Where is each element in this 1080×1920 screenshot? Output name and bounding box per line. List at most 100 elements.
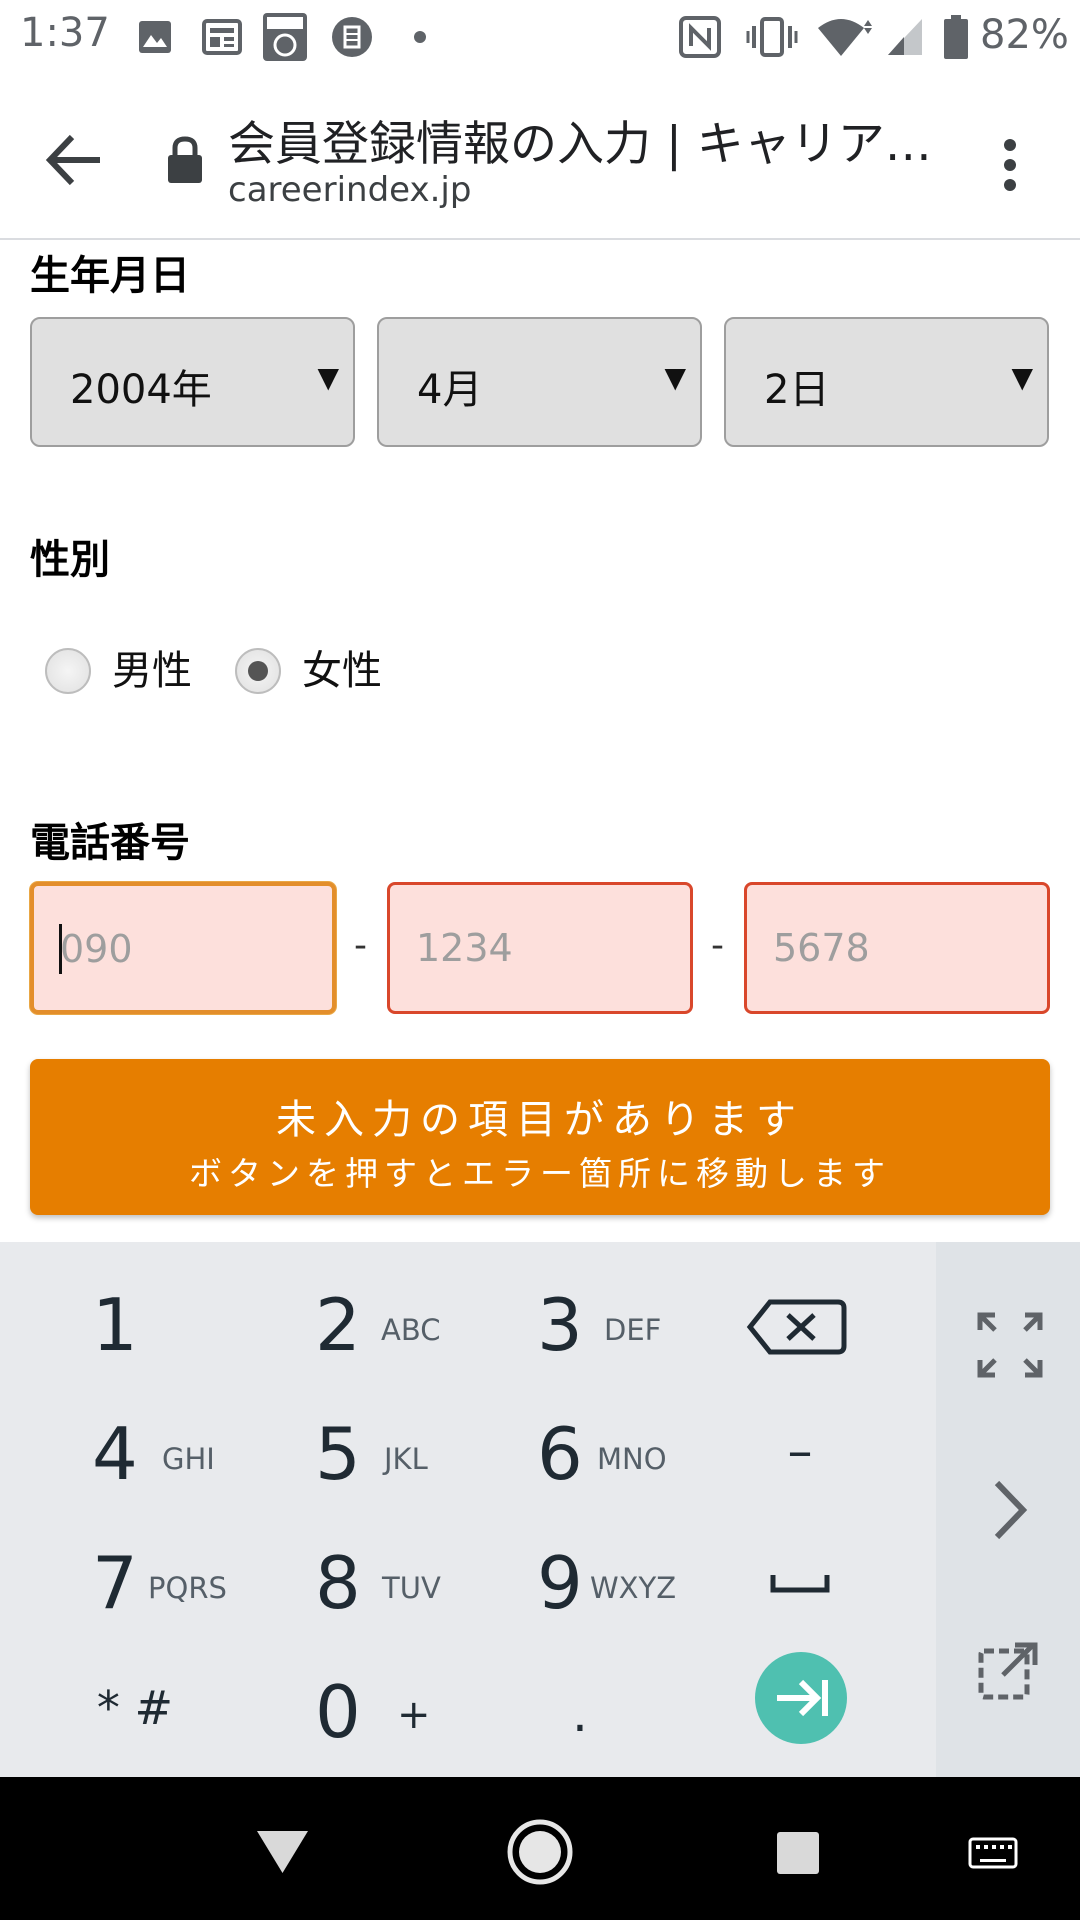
more-vert-icon bbox=[1004, 139, 1016, 191]
next-action-key[interactable] bbox=[755, 1652, 847, 1744]
status-time: 1:37 bbox=[20, 10, 110, 56]
key-3[interactable]: 3 DEF bbox=[447, 1263, 667, 1391]
period-key[interactable]: . bbox=[540, 1665, 620, 1755]
error-button-subtitle: ボタンを押すとエラー箇所に移動します bbox=[189, 1154, 891, 1193]
tab-arrow-icon bbox=[777, 1679, 828, 1717]
overflow-menu-button[interactable] bbox=[985, 125, 1035, 205]
keyboard-icon bbox=[968, 1837, 1018, 1869]
phone-input-1[interactable]: 090 bbox=[30, 882, 336, 1014]
key-8[interactable]: 8 TUV bbox=[225, 1521, 445, 1649]
key-4-digit: 4 bbox=[92, 1412, 138, 1496]
day-value: 2日 bbox=[764, 367, 830, 413]
month-select[interactable]: 4月 ▼ bbox=[377, 317, 702, 447]
key-3-digit: 3 bbox=[537, 1283, 583, 1367]
key-5-letters: JKL bbox=[384, 1442, 428, 1476]
keyboard-switch-button[interactable] bbox=[968, 1837, 1018, 1869]
error-button-title: 未入力の項目があります bbox=[276, 1097, 804, 1143]
browser-toolbar: 会員登録情報の入力 | キャリア… careerindex.jp bbox=[0, 75, 1080, 240]
day-select[interactable]: 2日 ▼ bbox=[724, 317, 1049, 447]
dot-icon bbox=[410, 14, 430, 60]
space-key[interactable] bbox=[765, 1565, 835, 1605]
townwork-icon bbox=[262, 12, 308, 62]
next-field-button[interactable] bbox=[985, 1475, 1035, 1545]
year-select[interactable]: 2004年 ▼ bbox=[30, 317, 355, 447]
key-9-letters: WXYZ bbox=[590, 1571, 677, 1605]
key-7-digit: 7 bbox=[92, 1541, 138, 1625]
nav-down-triangle-icon bbox=[257, 1831, 308, 1873]
dropdown-arrow-icon: ▼ bbox=[317, 361, 339, 394]
home-circle-icon bbox=[507, 1819, 573, 1885]
image-icon bbox=[135, 14, 175, 60]
key-2-digit: 2 bbox=[315, 1283, 361, 1367]
month-value: 4月 bbox=[417, 367, 483, 413]
key-7-letters: PQRS bbox=[148, 1571, 227, 1605]
phone-label: 電話番号 bbox=[30, 820, 190, 866]
gender-male-radio[interactable] bbox=[45, 648, 91, 694]
page-title[interactable]: 会員登録情報の入力 | キャリア… bbox=[228, 105, 948, 174]
key-2[interactable]: 2 ABC bbox=[225, 1263, 445, 1391]
key-3-letters: DEF bbox=[604, 1313, 662, 1347]
gender-label: 性別 bbox=[30, 537, 110, 583]
back-arrow-icon bbox=[45, 134, 100, 186]
key-7[interactable]: 7 PQRS bbox=[2, 1521, 227, 1649]
key-6[interactable]: 6 MNO bbox=[447, 1392, 667, 1520]
signal-icon bbox=[885, 14, 925, 60]
key-6-letters: MNO bbox=[597, 1442, 667, 1476]
minus-symbol: – bbox=[787, 1422, 813, 1480]
star-hash-key[interactable]: * # bbox=[70, 1665, 200, 1755]
key-8-digit: 8 bbox=[315, 1541, 361, 1625]
wifi-icon bbox=[815, 14, 875, 60]
key-5-digit: 5 bbox=[315, 1412, 361, 1496]
home-button[interactable] bbox=[505, 1817, 575, 1887]
key-1-digit: 1 bbox=[92, 1283, 138, 1367]
phone-separator-1: - bbox=[354, 925, 367, 966]
recents-button[interactable] bbox=[775, 1830, 821, 1876]
lock-icon[interactable] bbox=[165, 135, 205, 185]
phone-placeholder-3: 5678 bbox=[773, 926, 870, 970]
key-2-letters: ABC bbox=[381, 1313, 441, 1347]
open-in-new-icon bbox=[978, 1642, 1038, 1700]
battery-percent: 82% bbox=[980, 12, 1069, 58]
navigation-bar bbox=[0, 1777, 1080, 1920]
gender-female-label[interactable]: 女性 bbox=[302, 638, 382, 696]
star-hash-symbol: * # bbox=[96, 1681, 174, 1735]
dropdown-arrow-icon: ▼ bbox=[664, 361, 686, 394]
key-9-digit: 9 bbox=[537, 1541, 583, 1625]
text-caret bbox=[59, 924, 62, 974]
key-0[interactable]: 0 + bbox=[225, 1650, 445, 1778]
vibrate-icon bbox=[745, 14, 799, 60]
nav-back-button[interactable] bbox=[255, 1827, 310, 1877]
phone-input-2[interactable]: 1234 bbox=[387, 882, 693, 1014]
dropdown-arrow-icon: ▼ bbox=[1011, 361, 1033, 394]
year-value: 2004年 bbox=[70, 367, 212, 413]
key-0-plus: + bbox=[397, 1692, 431, 1738]
backspace-key[interactable] bbox=[740, 1290, 860, 1365]
key-5[interactable]: 5 JKL bbox=[225, 1392, 445, 1520]
page-url[interactable]: careerindex.jp bbox=[228, 170, 471, 210]
recents-square-icon bbox=[777, 1832, 819, 1874]
space-bar-icon bbox=[770, 1575, 830, 1593]
backspace-icon bbox=[746, 1299, 847, 1355]
app-icon bbox=[330, 14, 374, 60]
gender-female-radio[interactable] bbox=[235, 648, 281, 694]
key-1[interactable]: 1 bbox=[2, 1263, 222, 1391]
birthdate-label: 生年月日 bbox=[30, 253, 190, 299]
chevron-right-icon bbox=[994, 1480, 1028, 1540]
key-4[interactable]: 4 GHI bbox=[2, 1392, 222, 1520]
fullscreen-button[interactable] bbox=[975, 1310, 1045, 1380]
key-0-digit: 0 bbox=[315, 1670, 361, 1754]
minus-key[interactable]: – bbox=[740, 1412, 860, 1502]
phone-input-3[interactable]: 5678 bbox=[744, 882, 1050, 1014]
key-9[interactable]: 9 WXYZ bbox=[447, 1521, 676, 1649]
expand-icon bbox=[977, 1312, 1043, 1378]
phone-separator-2: - bbox=[711, 925, 724, 966]
radio-selected-dot bbox=[248, 661, 268, 681]
news-icon bbox=[200, 14, 244, 60]
phone-placeholder-2: 1234 bbox=[416, 926, 513, 970]
gender-male-label[interactable]: 男性 bbox=[112, 638, 192, 696]
nfc-icon bbox=[678, 14, 722, 60]
go-to-error-button[interactable]: 未入力の項目があります ボタンを押すとエラー箇所に移動します bbox=[30, 1059, 1050, 1215]
back-button[interactable] bbox=[40, 125, 110, 195]
phone-placeholder-1: 090 bbox=[60, 927, 133, 971]
popup-keyboard-button[interactable] bbox=[975, 1635, 1045, 1705]
